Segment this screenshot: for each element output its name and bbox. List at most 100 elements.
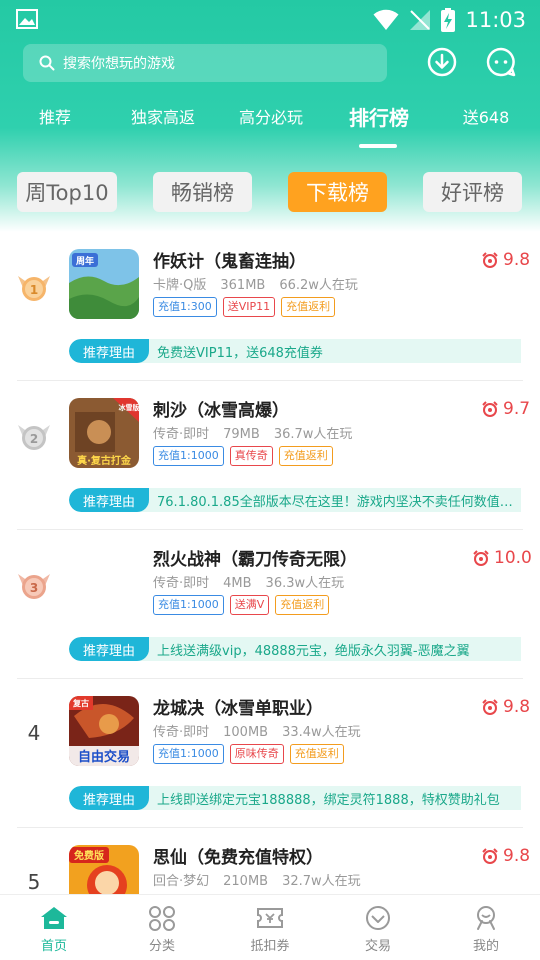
nav-category[interactable]: 分类 (108, 895, 216, 960)
game-title: 龙城决（冰雪单职业） (153, 699, 323, 719)
game-icon[interactable]: 冰雪版 真·复古打金 (69, 398, 139, 468)
ranking-subtabs: 周Top10 畅销榜 下载榜 好评榜 (0, 172, 540, 214)
nav-label: 我的 (472, 939, 499, 954)
tag: 送满V (229, 595, 270, 615)
subtab-downloads[interactable]: 下载榜 (288, 172, 387, 212)
recommend-reason: 推荐理由 免费送VIP11，送648充值券 (69, 339, 521, 363)
recommend-reason: 推荐理由 上线即送绑定元宝188888，绑定灵符1888，特权赞助礼包 (69, 786, 521, 810)
battery-charging-icon (441, 8, 456, 32)
reason-label: 推荐理由 (69, 786, 150, 810)
game-meta: 回合·梦幻 210MB 32.7w人在玩 (153, 870, 375, 889)
message-icon[interactable] (485, 46, 517, 78)
list-item[interactable]: 3 烈火战神（霸刀传奇无限） 传奇·即时 4MB 36.3w人在玩 充值1:1000… (0, 530, 540, 679)
nav-profile[interactable]: 我的 (432, 895, 540, 960)
game-icon[interactable]: 周年 (69, 249, 139, 319)
list-item[interactable]: 5 免费版 思仙（免费充值特权） 回合·梦幻 210MB 32.7w人在玩 9.8 (0, 828, 540, 894)
game-players: 36.3w人在玩 (265, 576, 345, 591)
reason-label: 推荐理由 (69, 637, 150, 661)
game-icon[interactable]: 免费版 (69, 845, 139, 894)
game-tags: 充值1:1000 原味传奇 充值返利 (153, 744, 344, 764)
bottom-nav: 首页 分类 抵扣券 交易 我的 (0, 894, 540, 960)
game-size: 79MB (223, 427, 260, 442)
game-meta: 传奇·即时 100MB 33.4w人在玩 (153, 721, 375, 740)
status-time: 11:03 (465, 8, 526, 32)
tag: 送VIP11 (222, 297, 276, 317)
game-title: 思仙（免费充值特权） (153, 848, 323, 868)
list-item[interactable]: 4 复古 自由交易 龙城决（冰雪单职业） 传奇·即时 100MB 33.4w人在玩 … (0, 679, 540, 828)
subtab-weekly-top10[interactable]: 周Top10 (17, 172, 117, 212)
game-score: 9.8 (482, 250, 530, 270)
game-players: 33.4w人在玩 (282, 725, 361, 740)
svg-text:1: 1 (30, 283, 38, 297)
tab-rankings[interactable]: 排行榜 (346, 102, 412, 131)
nav-label: 交易 (364, 939, 391, 954)
game-meta: 传奇·即时 4MB 36.3w人在玩 (153, 572, 358, 591)
alarm-score-icon (482, 401, 498, 417)
tag: 充值1:1000 (153, 744, 224, 764)
coupon-icon (257, 908, 283, 928)
game-icon-art: 复古 自由交易 (69, 696, 139, 766)
game-score: 9.8 (482, 846, 530, 866)
tag: 充值返利 (278, 446, 333, 466)
tag: 真传奇 (229, 446, 273, 466)
alarm-score-icon (482, 699, 498, 715)
download-icon[interactable] (426, 46, 458, 78)
nav-home[interactable]: 首页 (0, 895, 108, 960)
tag: 原味传奇 (229, 744, 284, 764)
game-tags: 充值1:300 送VIP11 充值返利 (153, 297, 336, 317)
top-tabs: 推荐 独家高返 高分必玩 排行榜 送648 (0, 96, 540, 146)
tag: 充值返利 (281, 297, 336, 317)
game-size: 361MB (220, 278, 266, 293)
game-genre: 传奇·即时 (153, 576, 210, 591)
list-item[interactable]: 2 冰雪版 真·复古打金 刺沙（冰雪高爆） 传奇·即时 79MB 36.7w人在玩 … (0, 381, 540, 530)
search-icon (39, 55, 55, 71)
tag: 充值1:1000 (153, 595, 224, 615)
tag: 充值1:1000 (153, 446, 224, 466)
subtab-top-rated[interactable]: 好评榜 (423, 172, 522, 212)
game-icon-badge: 复古 (72, 698, 89, 708)
game-icon[interactable] (69, 547, 139, 617)
game-players: 66.2w人在玩 (279, 278, 358, 293)
tab-high-score[interactable]: 高分必玩 (234, 104, 308, 128)
header: 11:03 搜索你想玩的游戏 推荐 独家高返 高分必玩 排行榜 送648 周To… (0, 0, 540, 232)
game-genre: 传奇·即时 (153, 725, 210, 740)
game-meta: 传奇·即时 79MB 36.7w人在玩 (153, 423, 366, 442)
game-genre: 卡牌·Q版 (153, 278, 207, 293)
game-score: 9.7 (482, 399, 530, 419)
alarm-score-icon (473, 550, 489, 566)
svg-text:3: 3 (30, 581, 38, 595)
alarm-score-icon (482, 252, 498, 268)
silver-medal-icon: 2 (18, 425, 50, 450)
score-value: 9.7 (503, 399, 531, 419)
subtab-bestseller[interactable]: 畅销榜 (153, 172, 252, 212)
tab-recommend[interactable]: 推荐 (38, 104, 72, 128)
game-tags: 充值1:1000 真传奇 充值返利 (153, 446, 333, 466)
game-icon[interactable]: 复古 自由交易 (69, 696, 139, 766)
nav-label: 首页 (40, 939, 67, 954)
no-signal-icon (410, 10, 431, 30)
nav-coupon[interactable]: 抵扣券 (216, 895, 324, 960)
tag: 充值返利 (275, 595, 330, 615)
game-size: 210MB (223, 874, 269, 889)
nav-label: 抵扣券 (250, 939, 290, 954)
tab-gift-648[interactable]: 送648 (462, 104, 510, 128)
wifi-icon (373, 9, 399, 30)
nav-trade[interactable]: 交易 (324, 895, 432, 960)
bronze-medal-icon: 3 (18, 574, 50, 599)
gold-medal-icon: 1 (18, 276, 50, 301)
search-input[interactable]: 搜索你想玩的游戏 (23, 44, 387, 82)
home-icon (41, 907, 67, 929)
game-title: 刺沙（冰雪高爆） (153, 401, 289, 421)
reason-label: 推荐理由 (69, 339, 150, 363)
game-players: 32.7w人在玩 (282, 874, 361, 889)
list-item[interactable]: 1 周年 作妖计（鬼畜连抽） 卡牌·Q版 361MB 66.2w人在玩 充值1:30… (0, 232, 540, 381)
reason-text: 免费送VIP11，送648充值券 (157, 345, 323, 361)
game-size: 100MB (223, 725, 269, 740)
game-icon-label: 真·复古打金 (77, 454, 132, 467)
game-score: 10.0 (473, 548, 532, 568)
recommend-reason: 推荐理由 76.1.80.1.85全部版本尽在这里！游戏内坚决不卖任何数值类装备 (69, 488, 521, 512)
profile-icon (477, 906, 495, 930)
score-value: 9.8 (503, 697, 531, 717)
game-title: 作妖计（鬼畜连抽） (153, 252, 306, 272)
tab-exclusive-rebate[interactable]: 独家高返 (126, 104, 200, 128)
